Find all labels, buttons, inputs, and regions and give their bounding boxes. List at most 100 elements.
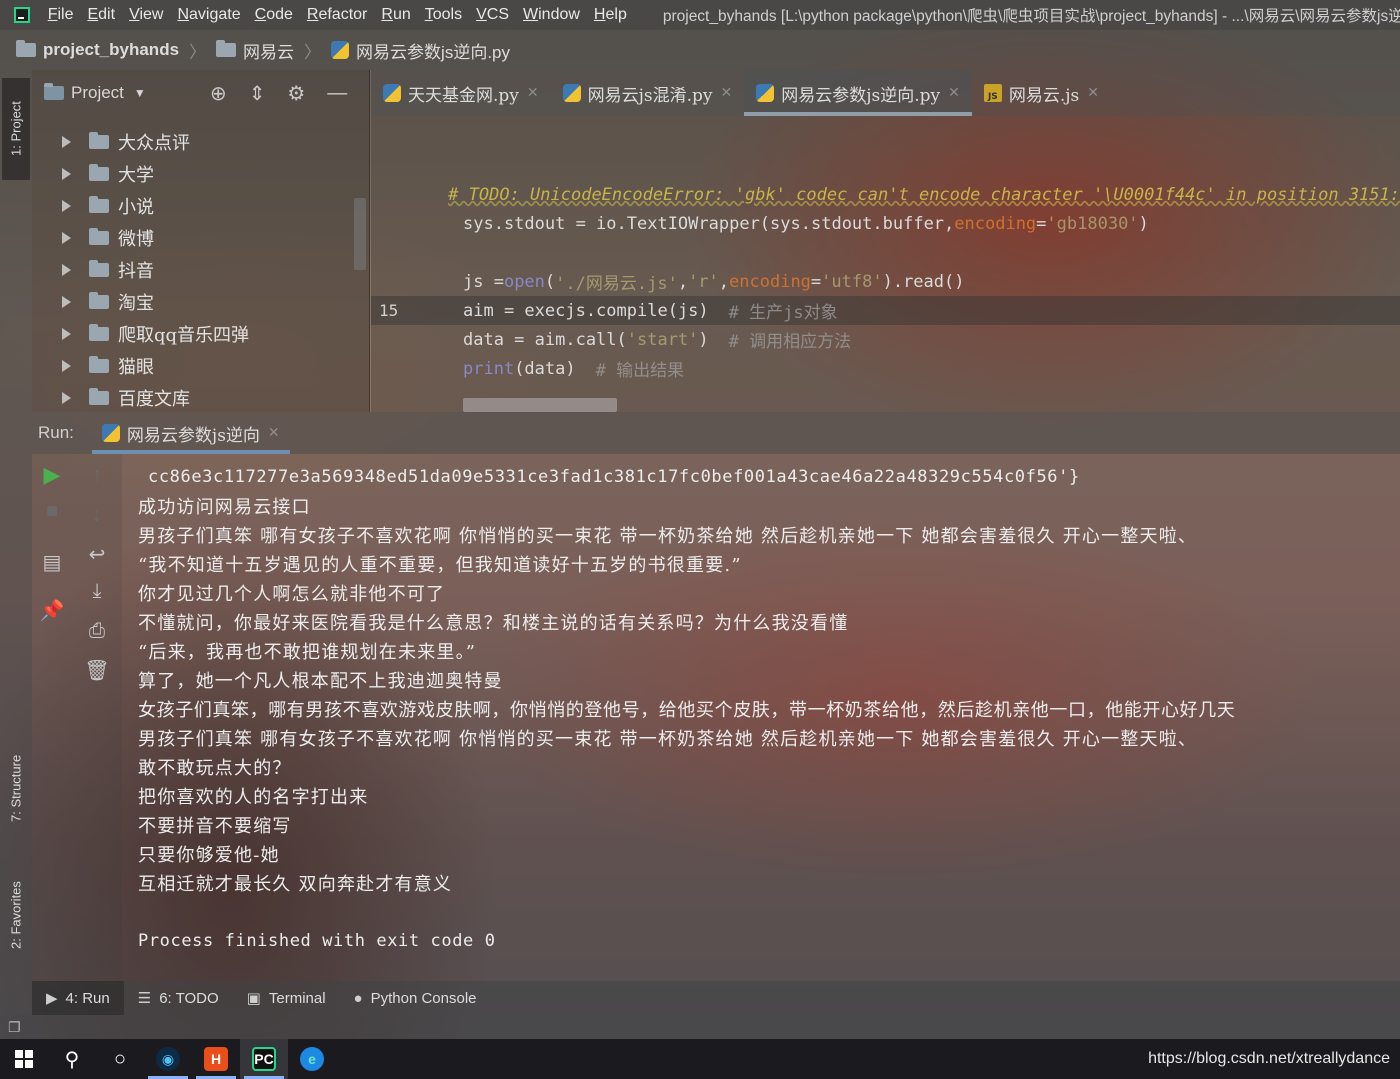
folder-icon: [89, 228, 109, 245]
list-icon: ☰: [137, 990, 152, 1007]
hide-icon[interactable]: —: [327, 82, 347, 105]
windows-logo-icon: [15, 1050, 33, 1068]
menu-window[interactable]: Window: [523, 6, 580, 24]
folder-icon: [216, 40, 237, 57]
python-file-icon: [562, 84, 581, 102]
code-line-data: data = aim.call( 'start' ) # 调用相应方法: [463, 329, 852, 353]
bottom-tab-todo[interactable]: ☰ 6: TODO: [124, 981, 233, 1015]
expand-arrow-icon[interactable]: [62, 200, 71, 212]
breadcrumb-folder[interactable]: 网易云: [216, 38, 294, 63]
collapse-all-icon[interactable]: ⇕: [249, 81, 266, 106]
close-icon[interactable]: ✕: [527, 85, 539, 101]
trash-icon[interactable]: 🗑: [72, 658, 122, 683]
breadcrumb-file[interactable]: 网易云参数js逆向.py: [331, 38, 510, 63]
expand-arrow-icon[interactable]: [62, 360, 71, 372]
scroll-to-end-icon[interactable]: ⤓: [72, 580, 122, 603]
menu-edit[interactable]: Edit: [87, 6, 115, 24]
run-toolbar-secondary: ↑ ↓ ↩ ⤓ ⎙ 🗑: [72, 454, 122, 981]
menu-run[interactable]: Run: [381, 6, 410, 24]
tree-item-baidu-wenku[interactable]: 百度文库: [32, 382, 370, 412]
project-scrollbar[interactable]: [354, 198, 366, 270]
taskbar-app-hbuilder[interactable]: H: [192, 1039, 240, 1079]
status-bar-left: ❐: [0, 1015, 32, 1039]
taskbar-app-cortana[interactable]: ◉: [144, 1039, 192, 1079]
tree-item-weibo[interactable]: 微博: [32, 222, 370, 254]
toggle-tool-windows-icon[interactable]: ❐: [8, 1019, 32, 1036]
breadcrumb-project[interactable]: project_byhands: [16, 40, 179, 60]
menu-vcs[interactable]: VCS: [476, 6, 509, 24]
editor-horizontal-scrollbar[interactable]: [463, 398, 617, 412]
menu-refactor[interactable]: Refactor: [307, 6, 367, 24]
soft-wrap-icon[interactable]: ↩: [72, 542, 122, 567]
menu-file[interactable]: File: [48, 6, 74, 24]
console-line: 只要你够爱他-她: [138, 844, 280, 866]
code-line-aim: 15 aim = execjs.compile(js) # 生产js对象: [371, 296, 1400, 325]
tree-item-dazhongdianping[interactable]: 大众点评: [32, 126, 370, 158]
locate-icon[interactable]: ⊕: [210, 81, 227, 106]
left-tool-strip: 1: Project 7: Structure 2: Favorites: [0, 70, 32, 1015]
rerun-icon[interactable]: ▶: [32, 462, 72, 488]
bottom-tab-python-console[interactable]: ● Python Console: [340, 981, 491, 1015]
close-icon[interactable]: ✕: [948, 85, 960, 101]
project-view-icon: [44, 83, 64, 100]
expand-arrow-icon[interactable]: [62, 296, 71, 308]
run-label: Run:: [38, 423, 74, 442]
gear-icon[interactable]: ⚙: [287, 81, 305, 106]
expand-arrow-icon[interactable]: [62, 168, 71, 180]
js-file-icon: JS: [983, 84, 1002, 102]
close-icon[interactable]: ✕: [1087, 85, 1099, 101]
layout-icon[interactable]: ▤: [32, 550, 72, 575]
code-editor[interactable]: # TODO: UnicodeEncodeError: 'gbk' codec …: [371, 116, 1400, 412]
start-button[interactable]: [0, 1039, 48, 1079]
close-icon[interactable]: ✕: [268, 425, 280, 441]
menu-view[interactable]: View: [129, 6, 163, 24]
tab-wangyiyun-js-hunxiao[interactable]: 网易云js混淆.py ✕: [551, 70, 745, 116]
tab-tiantian-jijin[interactable]: 天天基金网.py ✕: [371, 70, 551, 116]
expand-arrow-icon[interactable]: [62, 264, 71, 276]
menu-tools[interactable]: Tools: [425, 6, 462, 24]
run-tab[interactable]: 网易云参数js逆向 ✕: [91, 412, 290, 454]
expand-arrow-icon[interactable]: [62, 328, 71, 340]
console-line: “我不知道十五岁遇见的人重不重要，但我知道读好十五岁的书很重要.”: [138, 554, 742, 576]
tree-item-qq-music[interactable]: 爬取qq音乐四弹: [32, 318, 370, 350]
tab-wangyiyun-js-nixiang[interactable]: 网易云参数js逆向.py ✕: [744, 70, 972, 116]
play-icon: ▶: [46, 990, 58, 1007]
tree-item-xiaoshuo[interactable]: 小说: [32, 190, 370, 222]
expand-arrow-icon[interactable]: [62, 392, 71, 404]
taskbar-app-pycharm[interactable]: PC: [240, 1039, 288, 1079]
close-icon[interactable]: ✕: [721, 85, 733, 101]
python-console-icon: ●: [353, 989, 363, 1007]
task-view-button[interactable]: ○: [96, 1039, 144, 1079]
tool-tab-project[interactable]: 1: Project: [2, 78, 30, 180]
expand-arrow-icon[interactable]: [62, 136, 71, 148]
tool-tab-structure[interactable]: 7: Structure: [2, 738, 30, 838]
arrow-down-icon[interactable]: ↓: [72, 504, 122, 527]
bottom-tab-run[interactable]: ▶ 4: Run: [32, 981, 124, 1015]
tree-item-douyin[interactable]: 抖音: [32, 254, 370, 286]
tree-item-daxue[interactable]: 大学: [32, 158, 370, 190]
code-line-todo: # TODO: UnicodeEncodeError: 'gbk' codec …: [448, 184, 1400, 205]
run-console-output[interactable]: cc86e3c117277e3a569348ed51da09e5331ce3fa…: [122, 454, 1400, 981]
expand-arrow-icon[interactable]: [62, 232, 71, 244]
menu-navigate[interactable]: Navigate: [177, 6, 240, 24]
bottom-tab-terminal[interactable]: ▣ Terminal: [233, 981, 340, 1015]
print-icon[interactable]: ⎙: [72, 620, 122, 643]
arrow-up-icon[interactable]: ↑: [72, 464, 122, 487]
console-line: 男孩子们真笨 哪有女孩子不喜欢花啊 你悄悄的买一束花 带一杯奶茶给她 然后趁机亲…: [138, 525, 1198, 547]
window-title: project_byhands [L:\python package\pytho…: [662, 8, 1400, 25]
chevron-down-icon[interactable]: ▼: [134, 86, 146, 100]
tree-item-maoyan[interactable]: 猫眼: [32, 350, 370, 382]
folder-icon: [89, 292, 109, 309]
tree-item-taobao[interactable]: 淘宝: [32, 286, 370, 318]
project-view-selector[interactable]: Project: [71, 83, 124, 103]
search-button[interactable]: ⚲: [48, 1039, 96, 1079]
tool-tab-favorites[interactable]: 2: Favorites: [2, 865, 30, 965]
stop-icon[interactable]: ■: [32, 500, 72, 523]
tab-wangyiyun-js[interactable]: JS 网易云.js ✕: [972, 70, 1111, 116]
run-panel-header: Run: 网易云参数js逆向 ✕: [32, 412, 1400, 454]
menu-help[interactable]: Help: [594, 6, 627, 24]
pin-icon[interactable]: 📌: [32, 598, 72, 623]
taskbar-app-edge[interactable]: e: [288, 1039, 336, 1079]
console-line: “后来，我再也不敢把谁规划在未来里。”: [138, 641, 477, 663]
menu-code[interactable]: Code: [255, 6, 293, 24]
